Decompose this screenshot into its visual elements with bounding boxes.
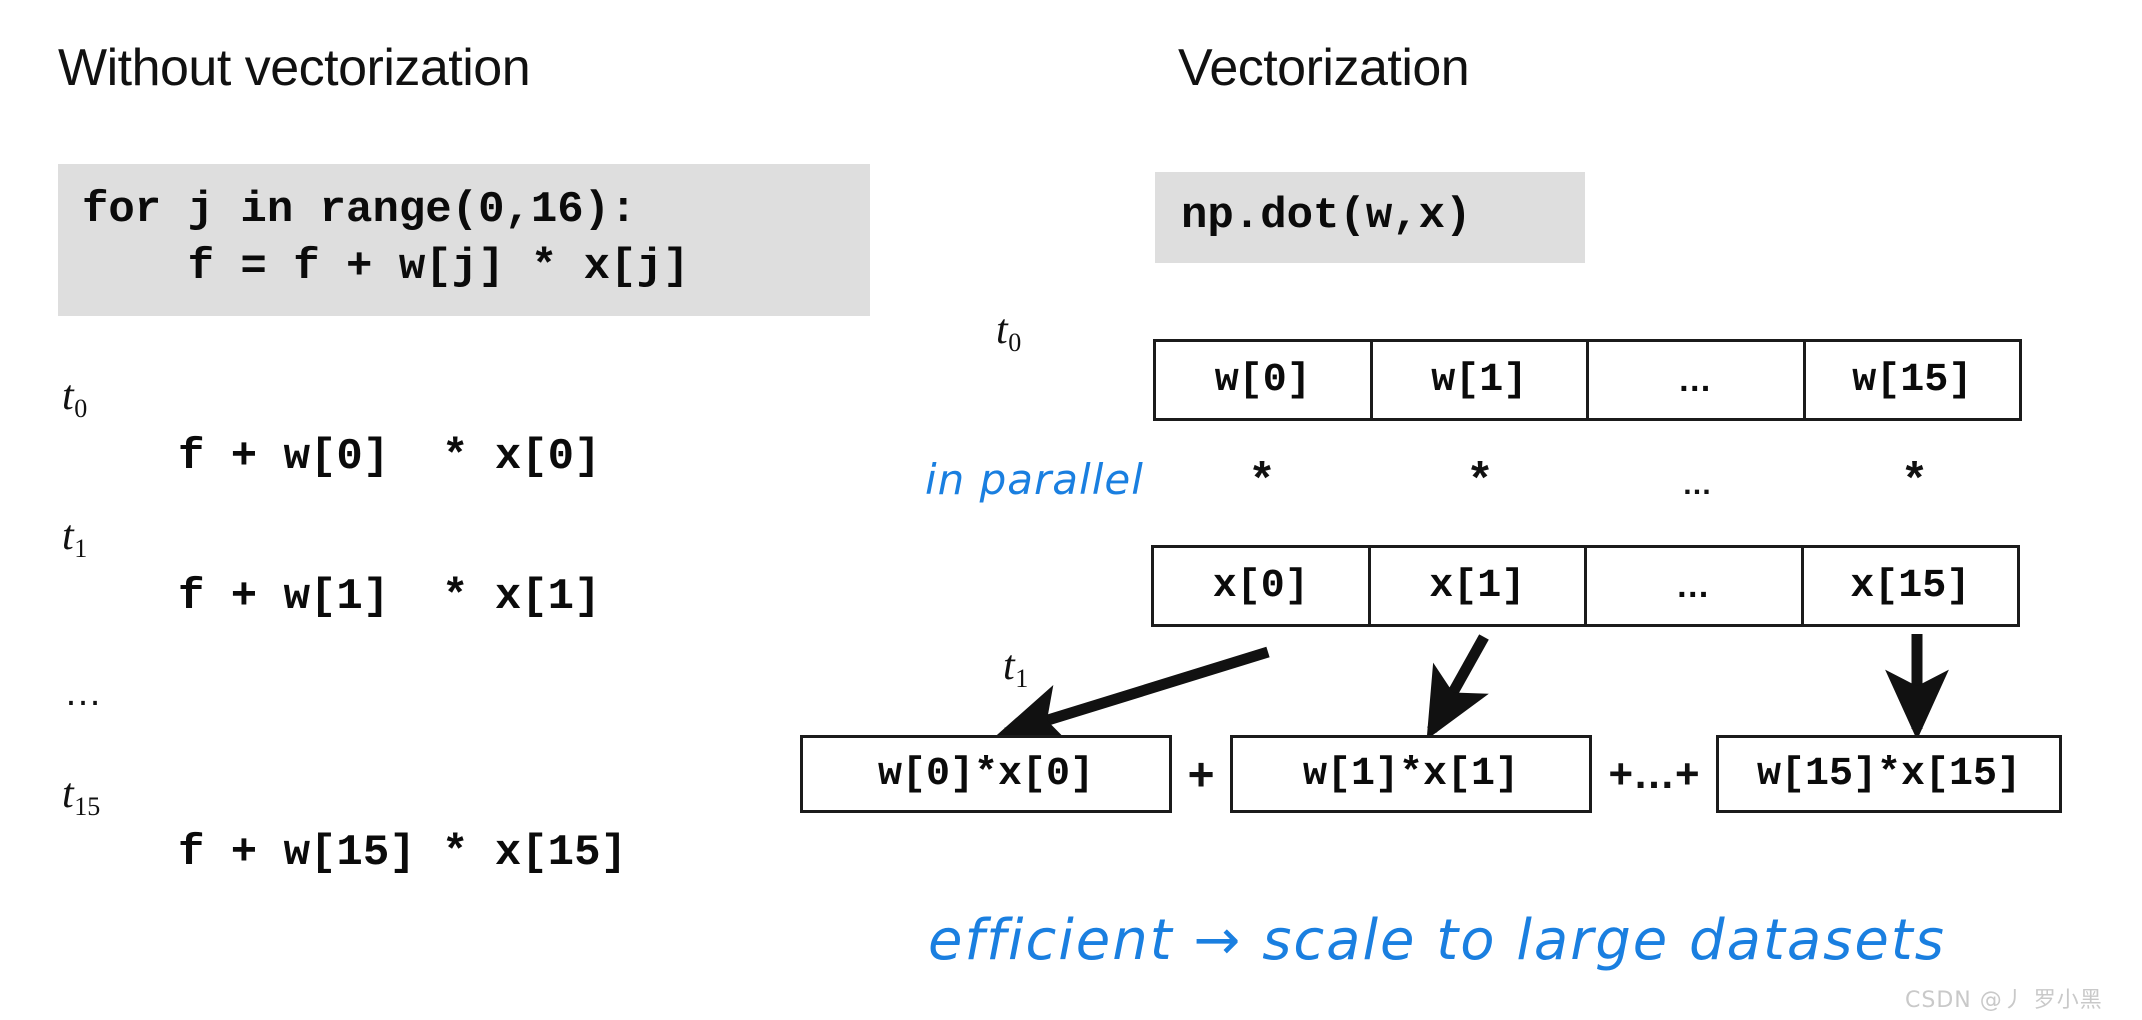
right-panel-code-block: np.dot(w,x)	[1155, 172, 1585, 264]
left-step-15-time-label: t15	[62, 770, 101, 822]
w-array-row: w[0] w[1] … w[15]	[1153, 339, 2022, 421]
x-array-cell-ellipsis: …	[1587, 548, 1804, 624]
multiply-operator-0: *	[1253, 451, 1271, 503]
x-array-row: x[0] x[1] … x[15]	[1151, 545, 2020, 627]
left-steps-ellipsis: …	[64, 672, 104, 714]
w-array-cell-15: w[15]	[1852, 357, 1973, 403]
result-box-15: w[15]*x[15]	[1716, 735, 2062, 813]
left-step-1-time-label: t1	[62, 512, 88, 564]
w-array-cell-0: w[0]	[1156, 342, 1373, 418]
multiply-operator-15: *	[1905, 451, 1924, 503]
time-index: 1	[1015, 664, 1029, 694]
csdn-watermark: CSDN @丿 罗小黑	[1905, 988, 2103, 1013]
result-separator-plus-0: +	[1187, 748, 1215, 800]
time-index: 0	[1008, 328, 1022, 358]
slide-canvas: Without vectorization for j in range(0,1…	[0, 0, 2142, 1020]
left-panel-heading: Without vectorization	[58, 39, 531, 97]
w-array-time-label: t0	[996, 306, 1022, 358]
result-row-time-label: t1	[1003, 642, 1029, 694]
x-array-cell-0: x[0]	[1154, 548, 1371, 624]
arrow-to-result-0	[995, 646, 1270, 746]
w-array-cell-1: w[1]	[1373, 342, 1589, 418]
time-symbol: t	[996, 307, 1008, 353]
left-panel-code-block: for j in range(0,16): f = f + w[j] * x[j…	[58, 164, 870, 317]
result-box-0: w[0]*x[0]	[800, 735, 1172, 813]
time-symbol: t	[62, 513, 74, 559]
time-index: 15	[74, 792, 101, 822]
x-array-cell-1: x[1]	[1371, 548, 1587, 624]
left-step-0-time-label: t0	[62, 372, 88, 424]
time-index: 1	[74, 534, 88, 564]
time-index: 0	[74, 394, 88, 424]
time-symbol: t	[1003, 643, 1015, 689]
x-array-cell-15: x[15]	[1850, 563, 1971, 609]
time-symbol: t	[62, 771, 74, 817]
time-symbol: t	[62, 373, 74, 419]
multiply-operator-ellipsis: …	[1682, 468, 1714, 501]
result-separator-plus-ellipsis: +…+	[1608, 750, 1700, 797]
multiply-operator-1: *	[1471, 451, 1489, 503]
in-parallel-annotation: in parallel	[925, 455, 1144, 504]
conclusion-annotation: efficient → scale to large datasets	[928, 908, 1946, 973]
result-box-1: w[1]*x[1]	[1230, 735, 1592, 813]
left-step-1-expression: f + w[1] * x[1]	[178, 572, 601, 622]
right-panel-heading: Vectorization	[1178, 39, 1470, 97]
left-step-0-expression: f + w[0] * x[0]	[178, 432, 601, 482]
arrow-to-result-1	[1426, 634, 1489, 740]
left-step-15-expression: f + w[15] * x[15]	[178, 828, 627, 878]
w-array-cell-ellipsis: …	[1589, 342, 1806, 418]
